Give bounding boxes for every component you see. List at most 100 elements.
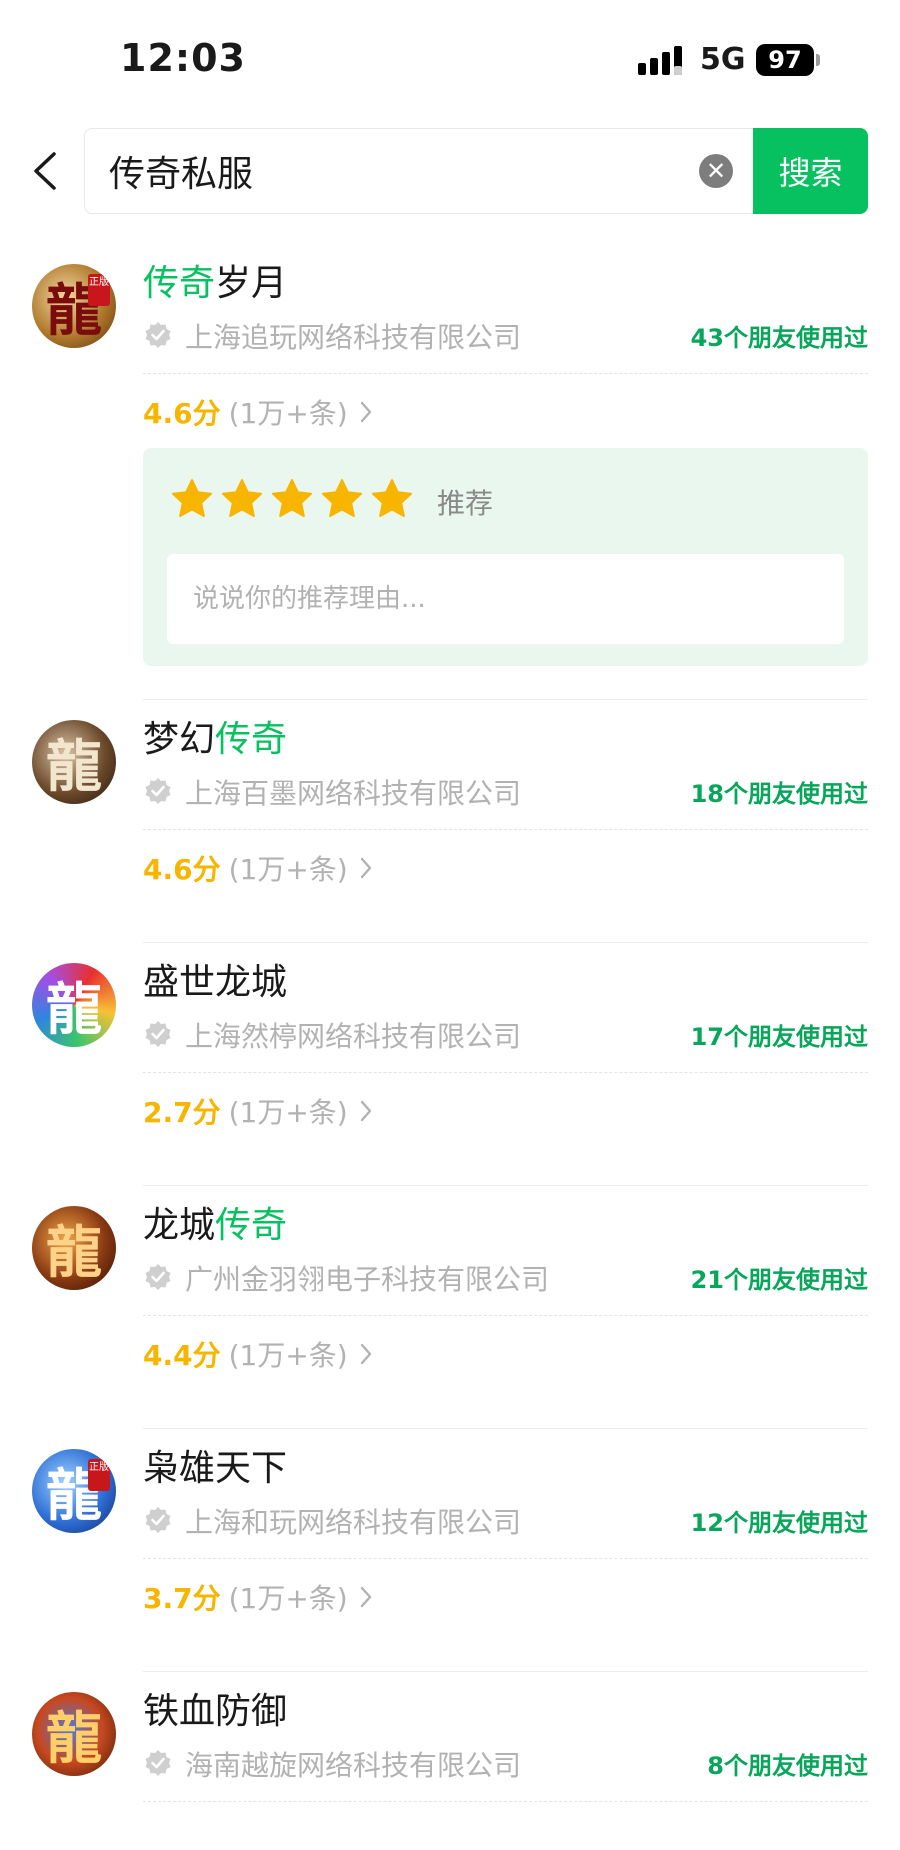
result-list: 龍正版传奇岁月上海追玩网络科技有限公司43个朋友使用过4.6分(1万+条)推荐龍… [0, 244, 900, 1850]
company-row: 上海和玩网络科技有限公司 12个朋友使用过 [143, 1501, 868, 1541]
company-name: 上海百墨网络科技有限公司 [185, 777, 522, 810]
company-row: 上海百墨网络科技有限公司 18个朋友使用过 [143, 772, 868, 812]
friends-count: 8个朋友使用过 [707, 1752, 868, 1780]
result-item[interactable]: 龍盛世龙城上海然楟网络科技有限公司 17个朋友使用过 2.7分 (1万+条) [0, 943, 900, 1186]
chevron-right-icon [360, 1343, 371, 1365]
app-name-highlight: 传奇 [215, 719, 288, 760]
rating-score: 4.4分 [143, 1339, 221, 1372]
review-count: (1万+条) [228, 1339, 348, 1372]
result-item[interactable]: 龍铁血防御海南越旋网络科技有限公司 8个朋友使用过 [0, 1672, 900, 1850]
star-rating[interactable] [171, 478, 421, 520]
rating-score: 2.7分 [143, 1096, 221, 1129]
app-name-highlight: 传奇 [143, 263, 216, 304]
dragon-logo-icon[interactable]: 龍 [32, 1206, 116, 1290]
verified-icon [145, 1021, 171, 1047]
rating-row[interactable]: 4.6分 (1万+条) [143, 848, 374, 888]
icon-glyph: 龍 [46, 733, 102, 800]
star-icon[interactable] [171, 478, 213, 520]
dashed-divider [143, 1801, 868, 1802]
battery-cap [816, 54, 820, 66]
dragon-logo-icon[interactable]: 龍正版 [32, 264, 116, 348]
star-icon[interactable] [221, 478, 263, 520]
battery-icon: 97 [756, 44, 820, 76]
dragon-logo-icon[interactable]: 龍 [32, 720, 116, 804]
app-name-text: 铁血防御 [143, 1691, 288, 1732]
battery-level: 97 [756, 44, 814, 76]
icon-glyph: 龍 [46, 1705, 102, 1772]
friends-count: 21个朋友使用过 [690, 1266, 868, 1294]
friends-count: 17个朋友使用过 [690, 1023, 868, 1051]
signal-bars-icon [638, 46, 682, 75]
chevron-right-icon [360, 1586, 371, 1608]
company-row: 上海然楟网络科技有限公司 17个朋友使用过 [143, 1015, 868, 1055]
rating-score: 4.6分 [143, 853, 221, 886]
dragon-logo-icon[interactable]: 龍正版 [32, 1449, 116, 1533]
verified-icon [145, 778, 171, 804]
app-name[interactable]: 盛世龙城 [143, 953, 287, 1005]
dragon-logo-icon[interactable]: 龍 [32, 963, 116, 1047]
status-bar: 12:03 5G 97 [0, 0, 900, 110]
company-row: 上海追玩网络科技有限公司 43个朋友使用过 [143, 316, 868, 356]
result-item[interactable]: 龍龙城传奇广州金羽翎电子科技有限公司 21个朋友使用过 4.4分 (1万+条) [0, 1186, 900, 1429]
rating-score: 3.7分 [143, 1582, 221, 1615]
company-name: 海南越旋网络科技有限公司 [185, 1749, 522, 1782]
recommend-panel: 推荐 [143, 448, 868, 666]
search-header: ✕ 搜索 [0, 128, 900, 214]
review-count: (1万+条) [228, 397, 348, 430]
chevron-right-icon [360, 1100, 371, 1122]
app-name-text: 枭雄天下 [143, 1448, 288, 1489]
company-name: 上海然楟网络科技有限公司 [185, 1020, 522, 1053]
dragon-logo-icon[interactable]: 龍 [32, 1692, 116, 1776]
app-search-page: 12:03 5G 97 ✕ 搜索 龍正版传奇岁月上海追玩网络科技有限公司43个朋… [0, 0, 900, 1850]
result-item[interactable]: 龍正版 传奇岁月上海追玩网络科技有限公司 43个朋友使用过 4.6分 (1万+条) 推荐 [0, 244, 900, 700]
friends-count: 43个朋友使用过 [690, 324, 868, 352]
dashed-divider [143, 1558, 868, 1559]
icon-badge: 正版 [88, 274, 110, 306]
company-name: 广州金羽翎电子科技有限公司 [185, 1263, 550, 1296]
app-name[interactable]: 龙城传奇 [143, 1196, 287, 1248]
app-name[interactable]: 传奇岁月 [143, 254, 287, 306]
app-name[interactable]: 铁血防御 [143, 1682, 287, 1734]
company-row: 海南越旋网络科技有限公司 8个朋友使用过 [143, 1744, 868, 1784]
clear-icon[interactable]: ✕ [699, 154, 733, 188]
rating-row[interactable]: 3.7分 (1万+条) [143, 1577, 374, 1617]
review-count: (1万+条) [228, 1582, 348, 1615]
app-name-highlight: 传奇 [215, 1205, 288, 1246]
app-name[interactable]: 枭雄天下 [143, 1439, 287, 1491]
app-name-text: 岁月 [215, 263, 288, 304]
search-input[interactable] [109, 129, 669, 213]
dashed-divider [143, 1315, 868, 1316]
star-icon[interactable] [371, 478, 413, 520]
rating-row[interactable]: 4.6分 (1万+条) [143, 392, 374, 432]
app-name-text: 盛世龙城 [143, 962, 288, 1003]
verified-icon [145, 322, 171, 348]
company-name: 上海和玩网络科技有限公司 [185, 1506, 522, 1539]
recommend-label: 推荐 [437, 487, 494, 520]
search-button[interactable]: 搜索 [753, 128, 868, 214]
app-name[interactable]: 梦幻传奇 [143, 710, 287, 762]
review-count: (1万+条) [228, 853, 348, 886]
app-name-text: 龙城 [143, 1205, 216, 1246]
dashed-divider [143, 1072, 868, 1073]
status-time: 12:03 [120, 36, 246, 80]
rating-row[interactable]: 2.7分 (1万+条) [143, 1091, 374, 1131]
result-item[interactable]: 龍梦幻传奇上海百墨网络科技有限公司 18个朋友使用过 4.6分 (1万+条) [0, 700, 900, 943]
dashed-divider [143, 373, 868, 374]
verified-icon [145, 1750, 171, 1776]
rating-score: 4.6分 [143, 397, 221, 430]
chevron-right-icon [360, 857, 371, 879]
icon-badge: 正版 [88, 1459, 110, 1491]
verified-icon [145, 1507, 171, 1533]
rating-row[interactable]: 4.4分 (1万+条) [143, 1334, 374, 1374]
company-name: 上海追玩网络科技有限公司 [185, 321, 522, 354]
recommend-reason-input[interactable] [167, 554, 844, 644]
chevron-left-icon[interactable] [26, 146, 66, 196]
icon-glyph: 龍 [46, 976, 102, 1043]
company-row: 广州金羽翎电子科技有限公司 21个朋友使用过 [143, 1258, 868, 1298]
star-icon[interactable] [271, 478, 313, 520]
icon-glyph: 龍 [46, 1219, 102, 1286]
search-box: ✕ [84, 128, 754, 214]
review-count: (1万+条) [228, 1096, 348, 1129]
star-icon[interactable] [321, 478, 363, 520]
result-item[interactable]: 龍正版 枭雄天下上海和玩网络科技有限公司 12个朋友使用过 3.7分 (1万+条) [0, 1429, 900, 1672]
